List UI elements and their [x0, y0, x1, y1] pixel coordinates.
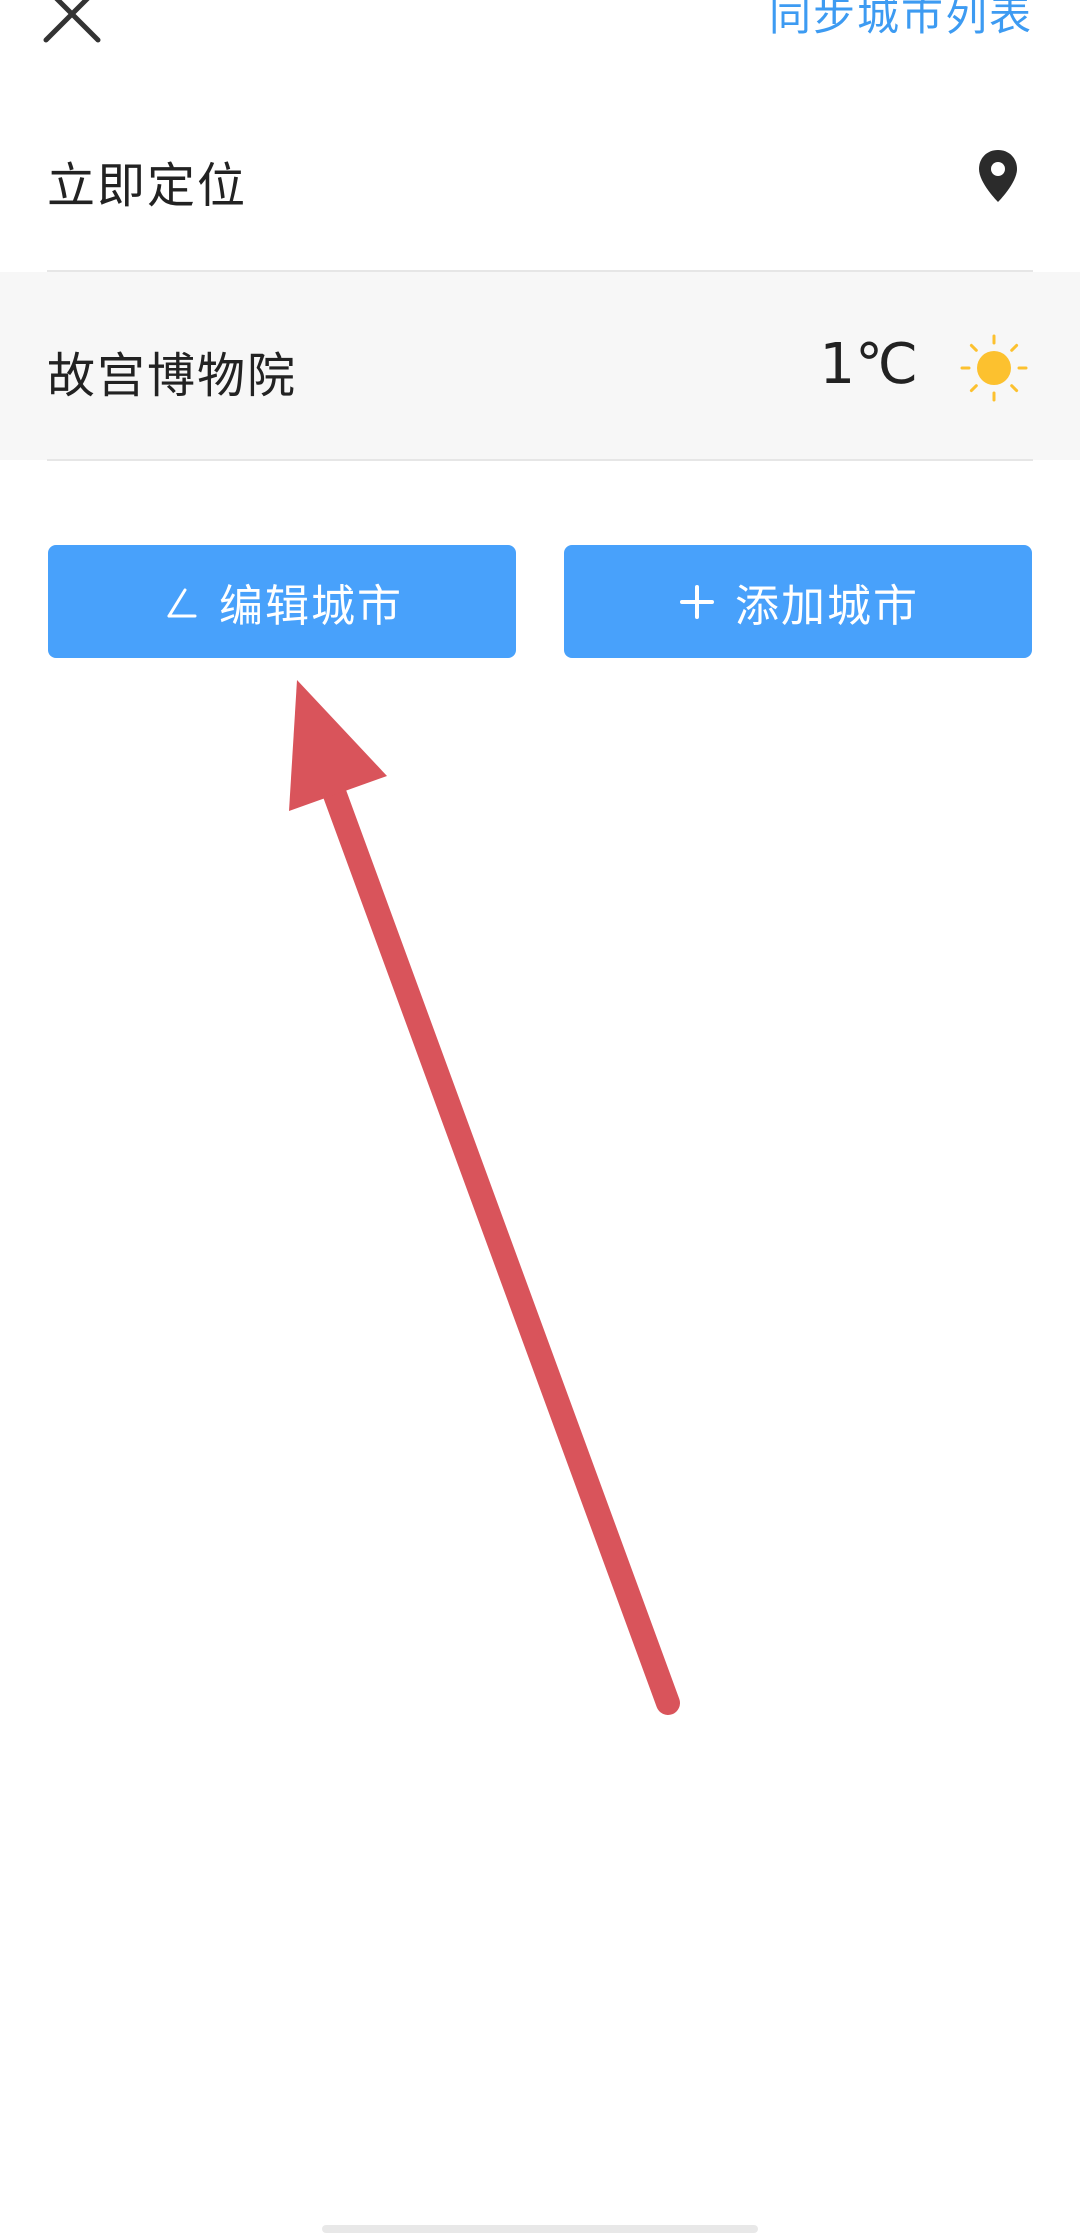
locate-now-label: 立即定位 — [47, 158, 248, 214]
sun-icon — [958, 332, 1030, 404]
divider — [47, 459, 1033, 461]
top-bar: 同步城市列表 — [0, 0, 1080, 60]
home-indicator[interactable] — [322, 2225, 758, 2233]
city-temperature: 1℃ — [819, 332, 918, 397]
edit-city-label: 编辑城市 — [219, 580, 403, 632]
plus-icon — [677, 582, 717, 622]
edit-city-button[interactable]: 编辑城市 — [48, 545, 516, 658]
close-icon — [43, 0, 101, 43]
close-button[interactable] — [36, 0, 108, 50]
city-name: 故宫博物院 — [47, 348, 298, 404]
add-city-label: 添加城市 — [735, 580, 919, 632]
pencil-icon — [161, 582, 201, 622]
add-city-button[interactable]: 添加城市 — [564, 545, 1032, 658]
locate-now-row[interactable]: 立即定位 — [0, 80, 1080, 270]
sync-city-list-link[interactable]: 同步城市列表 — [769, 0, 1033, 44]
location-pin-icon — [976, 148, 1020, 204]
city-row[interactable]: 故宫博物院 1℃ — [0, 272, 1080, 460]
